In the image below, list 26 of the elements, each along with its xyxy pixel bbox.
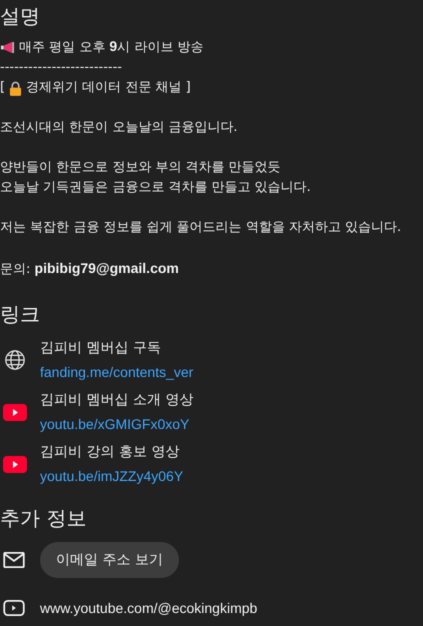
description-line: -------------------------- [0, 59, 122, 77]
link-title: 김피비 멤버십 구독 [40, 339, 162, 358]
show-email-button[interactable]: 이메일 주소 보기 [40, 542, 179, 578]
link-url[interactable]: youtu.be/imJZZy4y06Y [40, 464, 184, 488]
description-line: 매주 평일 오후 9시 라이브 방송 [19, 37, 204, 57]
description-line: 문의: pibibig79@gmail.com [0, 259, 179, 279]
bracket-text: [ [0, 79, 6, 97]
channel-url[interactable]: www.youtube.com/@ecokingkimpb [40, 600, 258, 616]
youtube-icon [1, 404, 29, 420]
play-icon [3, 600, 25, 616]
description-line: 오늘날 기득권들은 금융으로 격차를 만들고 있습니다. [0, 179, 311, 197]
description-line: 조선시대의 한문이 오늘날의 금융입니다. [0, 119, 238, 137]
section-heading: 설명 [0, 3, 41, 30]
lock-icon [9, 80, 22, 96]
link-url[interactable]: youtu.be/xGMIGFx0xoY [40, 412, 194, 436]
megaphone-icon [0, 40, 15, 54]
link-title: 김피비 강의 홍보 영상 [40, 443, 180, 462]
description-line: 저는 복잡한 금융 정보를 쉽게 풀어드리는 역할을 자처하고 있습니다. [0, 219, 402, 237]
youtube-icon [1, 456, 29, 472]
mail-icon [3, 552, 25, 568]
link-url[interactable]: fanding.me/contents_ver [40, 360, 194, 384]
section-heading: 링크 [0, 301, 41, 328]
description-line: 경제위기 데이터 전문 채널 ] [26, 79, 191, 97]
description-line: 양반들이 한문으로 정보와 부의 격차를 만들었듯 [0, 159, 281, 177]
link-title: 김피비 멤버십 소개 영상 [40, 391, 194, 410]
section-heading: 추가 정보 [0, 505, 88, 532]
